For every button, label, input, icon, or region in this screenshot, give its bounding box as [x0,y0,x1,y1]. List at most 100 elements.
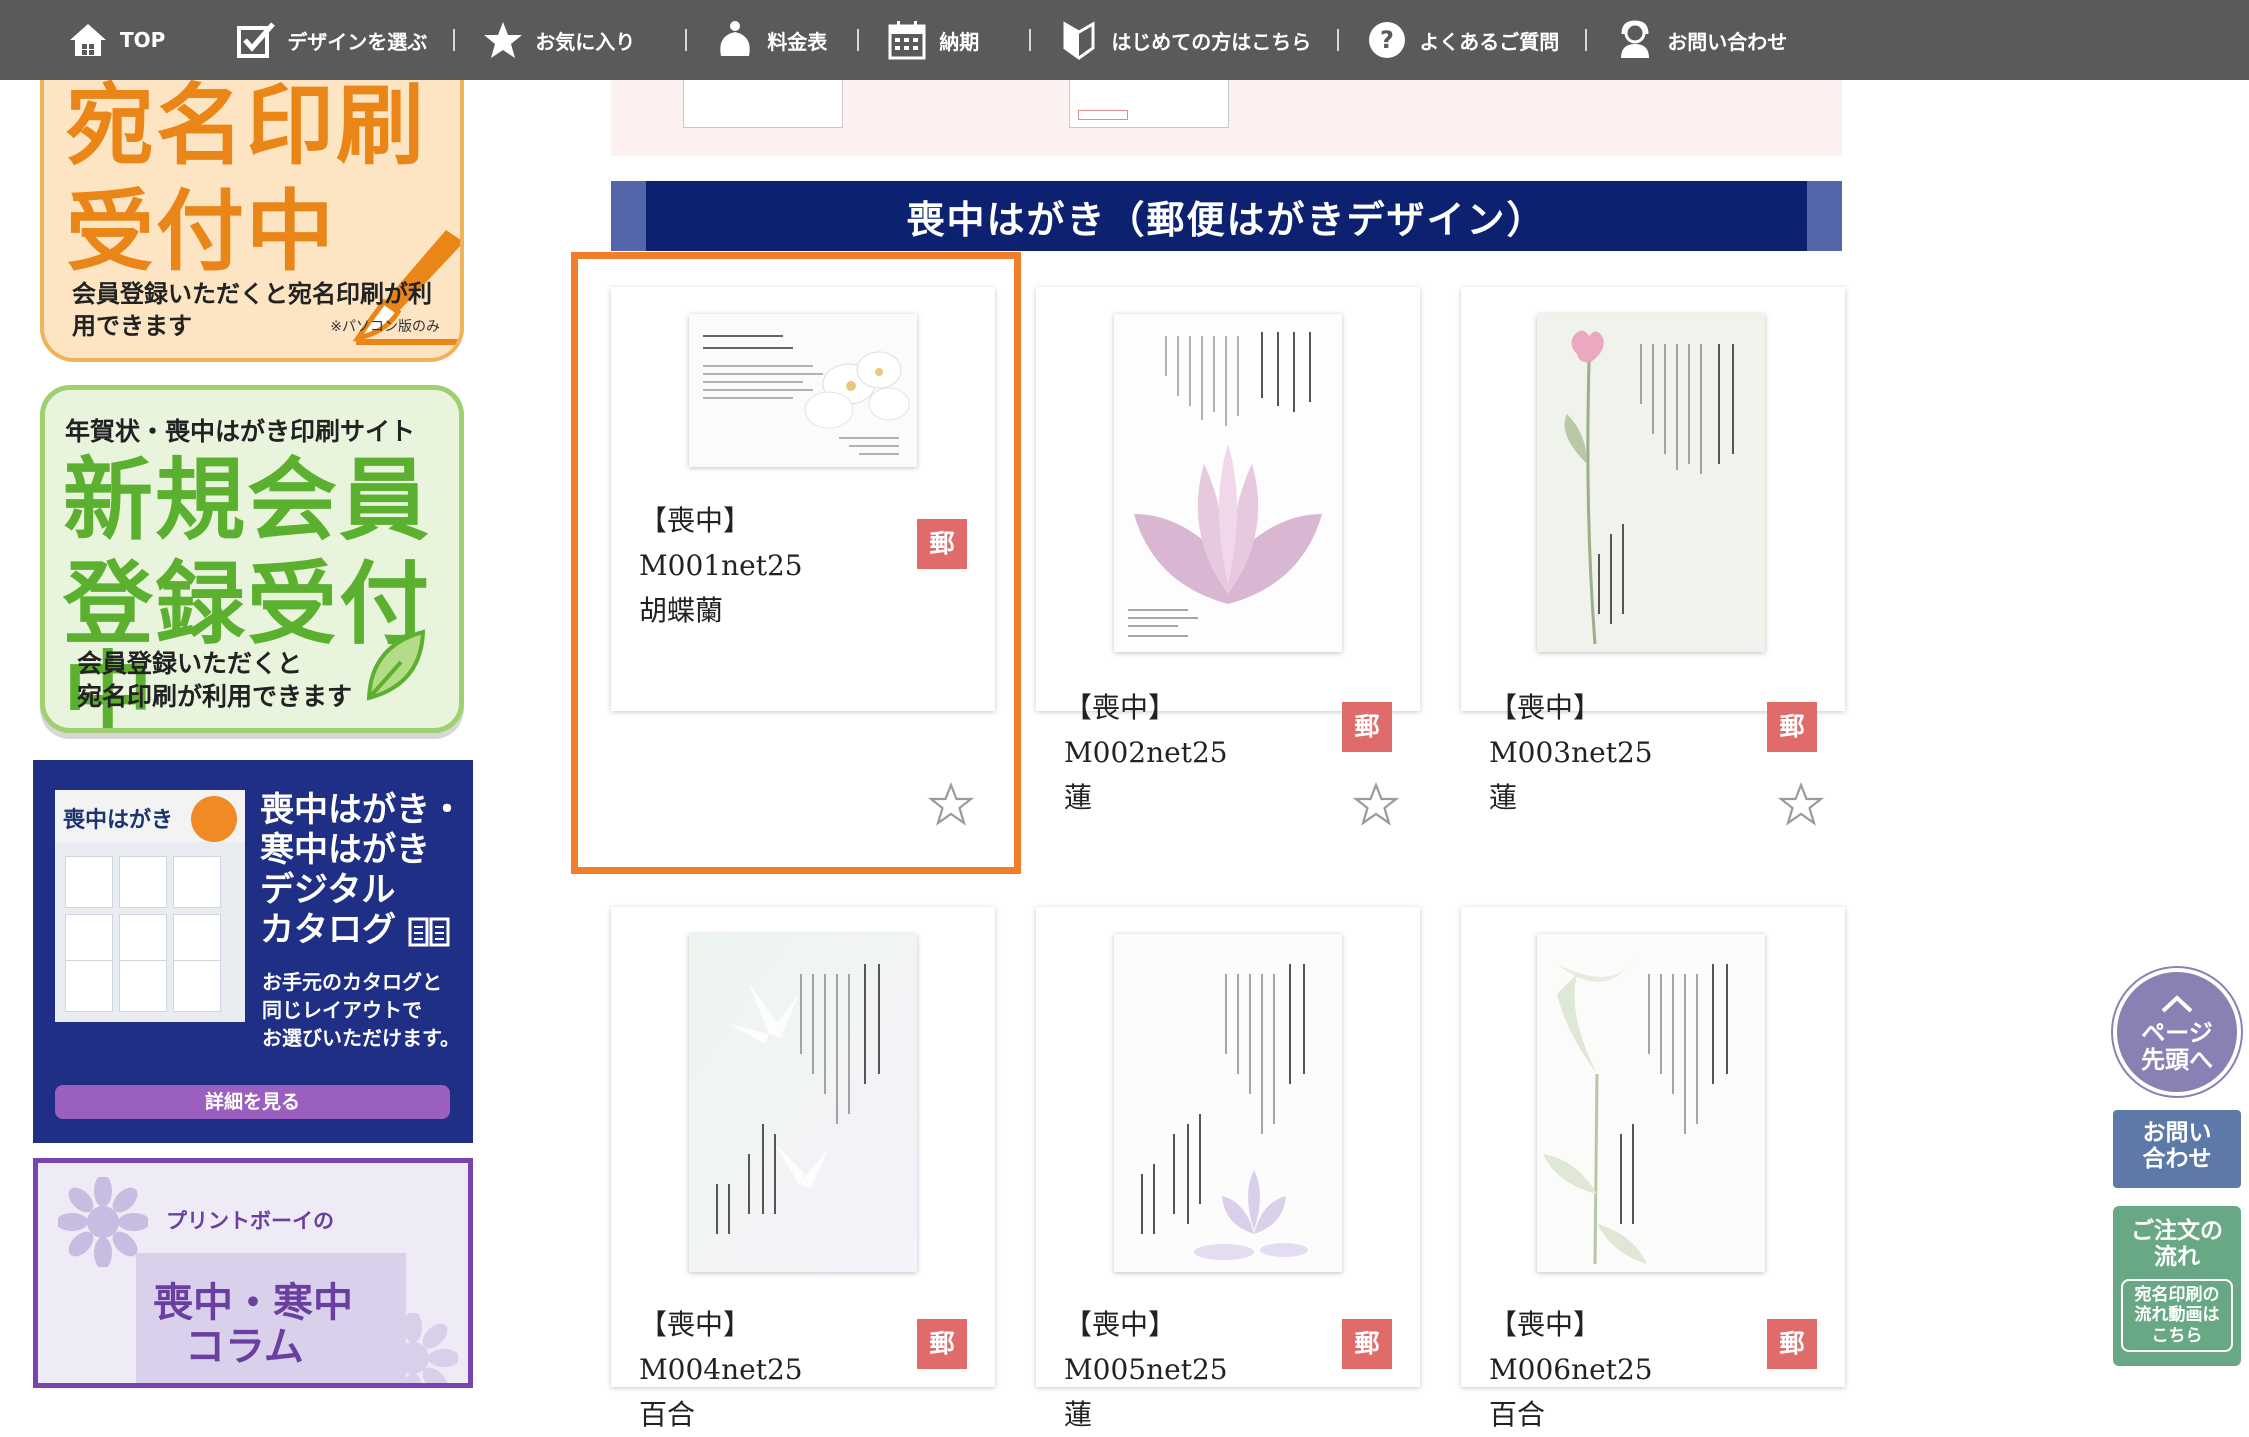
operator-icon [1621,20,1650,58]
order-flow-title: ご注文の 流れ [2113,1206,2241,1271]
catalog-cell [119,914,167,966]
product-code: 【喪中】M003net25 [1489,691,1653,769]
page-top-button[interactable]: ページ 先頭へ [2113,968,2241,1096]
nav-favorites-label: お気に入り [535,29,636,54]
catalog-title-line: 寒中はがき [260,830,430,871]
banner-heading: 年賀状・喪中はがき印刷サイト [65,417,416,446]
lotus-small-card-image [1114,934,1342,1272]
product-label[interactable]: 【喪中】M003net25 蓮 [1489,685,1759,820]
order-flow-video-link[interactable]: 宛名印刷の 流れ動画は こちら [2121,1278,2233,1353]
catalog-title: 喪中はがき・ 寒中はがき デジタル カタログ [260,790,464,950]
nav-top[interactable]: TOP [66,18,165,62]
nav-divider [1029,29,1032,51]
beginner-mark-icon [1063,21,1095,60]
star-icon [484,22,523,58]
section-header: 喪中はがき（郵便はがきデザイン） [611,181,1842,251]
nav-favorites[interactable]: お気に入り [481,18,635,62]
nav-divider [1337,29,1340,51]
banner-headline: 受付中 [66,180,337,283]
calendar-icon [888,21,926,60]
nav-beginners[interactable]: はじめての方はこちら [1057,18,1311,62]
catalog-description-line: お選びいただけます。 [262,1026,460,1050]
banner-headline: 新規会員 [63,448,431,553]
product-card[interactable]: 【喪中】M004net25 百合 郵 [611,907,995,1431]
product-code: 【喪中】M002net25 [1064,691,1228,769]
product-name: 蓮 [1489,781,1518,814]
product-image[interactable] [1114,314,1342,652]
product-card[interactable]: 【喪中】M006net25 百合 郵 [1461,907,1845,1431]
product-label[interactable]: 【喪中】M002net25 蓮 [1064,685,1334,820]
lotus-card-image [1114,314,1342,652]
product-name: 蓮 [1064,1398,1093,1431]
product-image[interactable] [1537,934,1765,1272]
nav-delivery-label: 納期 [939,29,980,54]
nav-divider [685,29,688,51]
catalog-description-line: お手元のカタログと [262,970,442,994]
catalog-title-line: カタログ [260,910,464,950]
catalog-thumbnail: 喪中はがき [55,790,245,1022]
product-image[interactable] [1537,314,1765,652]
chrysanthemum-icon [58,1177,148,1267]
catalog-title-line-text: カタログ [260,910,396,951]
question-icon: ? [1369,22,1406,58]
postal-badge: 郵 [1767,702,1817,752]
column-title-line: 喪中・寒中 [153,1280,353,1326]
nav-contact[interactable]: お問い合わせ [1613,18,1787,62]
product-code: 【喪中】M004net25 [639,1308,803,1386]
product-image[interactable] [689,934,917,1272]
favorite-star-icon[interactable] [1777,781,1825,829]
column-title-line: コラム [185,1324,304,1370]
page-top-label: 先頭へ [2141,1046,2213,1075]
product-image[interactable] [1114,934,1342,1272]
mourning-column-banner[interactable]: プリントボーイの 喪中・寒中 コラム [33,1158,473,1388]
section-title: 喪中はがき（郵便はがきデザイン） [646,181,1807,251]
banner-headline: 宛名印刷 [66,80,427,177]
contact-float-button[interactable]: お問い 合わせ [2113,1110,2241,1188]
product-label[interactable]: 【喪中】M004net25 百合 [639,1302,909,1437]
catalog-cell [173,914,221,966]
catalog-cell [65,914,113,966]
product-card[interactable]: 【喪中】M002net25 蓮 郵 [1036,287,1420,826]
lily-card-image [689,934,917,1272]
address-printing-banner[interactable]: 宛名印刷 受付中 会員登録いただくと宛名印刷が利用できます ※パソコン版のみ [40,80,464,362]
postcard-thumbnail[interactable] [683,80,843,128]
lotus-stem-card-image [1537,314,1765,652]
nav-delivery[interactable]: 納期 [885,18,979,62]
nav-price[interactable]: 料金表 [713,18,827,62]
nav-divider [1585,29,1588,51]
selection-highlight [571,252,1021,874]
order-flow-video-line: こちら [2151,1325,2203,1346]
nav-divider [453,29,456,51]
previous-section-strip [611,80,1842,156]
order-flow-button[interactable]: ご注文の 流れ 宛名印刷の 流れ動画は こちら [2113,1206,2241,1366]
banner-subtext-line: 会員登録いただくと [77,649,303,678]
order-flow-title-line: ご注文の [2131,1218,2223,1244]
catalog-details-button[interactable]: 詳細を見る [55,1085,450,1119]
new-member-banner[interactable]: 年賀状・喪中はがき印刷サイト 新規会員 登録受付中 会員登録いただくと 宛名印刷… [40,385,464,733]
product-code: 【喪中】M006net25 [1489,1308,1653,1386]
product-card[interactable]: 【喪中】M005net25 蓮 郵 [1036,907,1420,1431]
checkbox-icon [237,22,276,58]
catalog-cell [173,960,221,1012]
nav-faq[interactable]: ? よくあるご質問 [1365,18,1559,62]
catalog-cell [119,960,167,1012]
product-card[interactable]: 【喪中】M003net25 蓮 郵 [1461,287,1845,826]
leaf-icon [366,629,426,701]
order-flow-video-line: 流れ動画は [2134,1305,2220,1326]
banner-note: ※パソコン版のみ [330,319,440,335]
product-label[interactable]: 【喪中】M005net25 蓮 [1064,1302,1334,1437]
product-name: 蓮 [1064,781,1093,814]
nav-divider [857,29,860,51]
nav-contact-label: お問い合わせ [1667,29,1788,54]
column-title: 喪中・寒中 コラム [153,1281,353,1369]
banner-subtext: 会員登録いただくと 宛名印刷が利用できます [77,648,352,713]
chevron-up-icon [2161,995,2193,1013]
digital-catalog-banner[interactable]: 喪中はがき 喪中はがき・ 寒中はがき デジタル カタログ お手元のカタログと 同… [33,760,473,1143]
postcard-thumbnail[interactable] [1069,80,1229,128]
product-label[interactable]: 【喪中】M006net25 百合 [1489,1302,1759,1437]
catalog-description: お手元のカタログと 同じレイアウトで お選びいただけます。 [262,968,460,1052]
page-top-label: ページ [2141,1018,2213,1047]
postal-badge: 郵 [917,1319,967,1369]
favorite-star-icon[interactable] [1352,781,1400,829]
nav-choose-design[interactable]: デザインを選ぶ [233,18,427,62]
